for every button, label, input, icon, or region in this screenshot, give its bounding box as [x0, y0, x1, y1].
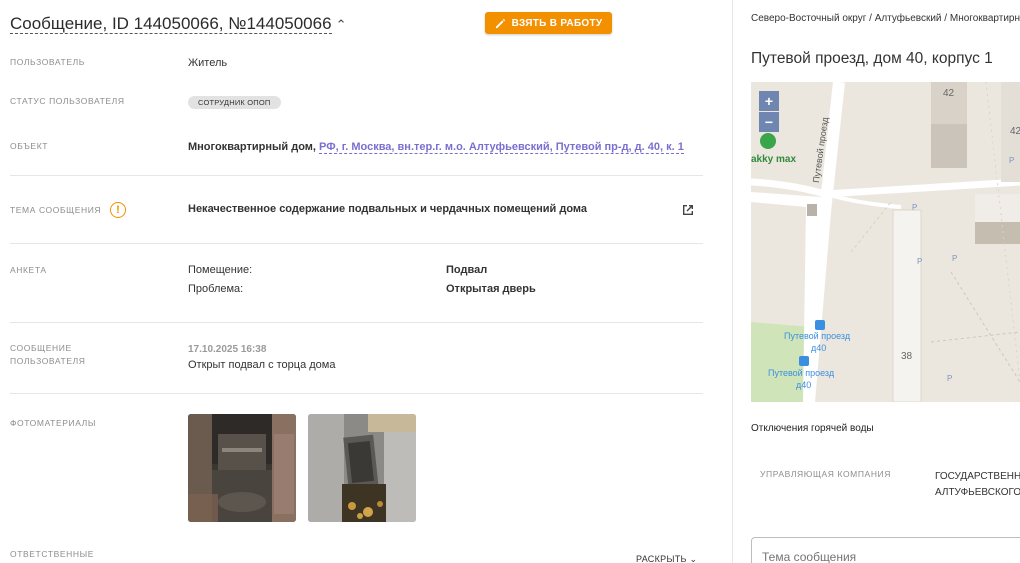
- photo-thumbnail-2[interactable]: [308, 414, 416, 522]
- user-value: Житель: [188, 57, 228, 69]
- divider: [10, 393, 703, 394]
- user-message-text: Открыт подвал с торца дома: [188, 359, 336, 371]
- message-title-text[interactable]: Сообщение, ID 144050066, №144050066: [10, 14, 332, 34]
- survey-question-room: Помещение:: [188, 264, 253, 276]
- message-detail-panel: Сообщение, ID 144050066, №144050066 ⌃ ВЗЯ…: [0, 0, 732, 563]
- user-message-date: 17.10.2025 16:38: [188, 344, 267, 355]
- responsible-label: ОТВЕТСТВЕННЫЕ: [10, 549, 94, 559]
- map-parking-icon: P: [912, 203, 918, 212]
- take-to-work-label: ВЗЯТЬ В РАБОТУ: [511, 17, 603, 29]
- hot-water-title: Отключения горячей воды: [751, 423, 874, 434]
- expand-label: РАСКРЫТЬ: [636, 554, 687, 563]
- survey-label: АНКЕТА: [10, 265, 47, 275]
- divider: [10, 175, 703, 176]
- photos-label: ФОТОМАТЕРИАЛЫ: [10, 418, 96, 428]
- topic-input[interactable]: [751, 537, 1020, 563]
- management-company-line2: АЛТУФЬЕВСКОГО: [935, 487, 1020, 498]
- map-parking-icon: P: [917, 257, 923, 266]
- map-parking-icon: P: [952, 254, 958, 263]
- object-address-link[interactable]: РФ, г. Москва, вн.тер.г. м.о. Алтуфьевск…: [319, 141, 684, 154]
- map-house-38: 38: [901, 351, 913, 362]
- topic-value: Некачественное содержание подвальных и ч…: [188, 203, 588, 215]
- management-company-line1: ГОСУДАРСТВЕННОЕ: [935, 471, 1020, 482]
- map-stop-label-1b: д40: [811, 343, 827, 353]
- user-label: ПОЛЬЗОВАТЕЛЬ: [10, 57, 85, 67]
- zoom-out-button[interactable]: −: [759, 112, 779, 132]
- warning-icon[interactable]: !: [110, 202, 126, 218]
- survey-answer-problem: Открытая дверь: [446, 283, 536, 295]
- object-type: Многоквартирный дом,: [188, 141, 316, 153]
- object-value: Многоквартирный дом, РФ, г. Москва, вн.т…: [188, 141, 684, 154]
- chevron-up-icon[interactable]: ⌃: [336, 17, 347, 33]
- map-store-label: akky max: [751, 154, 797, 165]
- divider: [10, 322, 703, 323]
- chevron-down-icon: ⌄: [689, 554, 698, 563]
- take-to-work-button[interactable]: ВЗЯТЬ В РАБОТУ: [485, 12, 612, 34]
- external-link-icon[interactable]: [680, 202, 696, 218]
- status-badge: СОТРУДНИК ОПОП: [188, 96, 281, 109]
- zoom-in-button[interactable]: +: [759, 91, 779, 111]
- survey-answer-room: Подвал: [446, 264, 488, 276]
- pencil-icon: [495, 18, 505, 28]
- management-company-value: ГОСУДАРСТВЕННОЕ АЛТУФЬЕВСКОГО: [935, 469, 1020, 501]
- map-parking-icon: P: [1009, 156, 1015, 165]
- map-stop-label-1a: Путевой проезд: [784, 331, 851, 341]
- address-title: Путевой проезд, дом 40, корпус 1: [751, 50, 993, 67]
- user-status-label: СТАТУС ПОЛЬЗОВАТЕЛЯ: [10, 96, 125, 106]
- survey-question-problem: Проблема:: [188, 283, 244, 295]
- map-house-42-partial: 42: [1010, 126, 1020, 137]
- breadcrumb[interactable]: Северо-Восточный округ / Алтуфьевский / …: [751, 13, 1020, 24]
- topic-label: ТЕМА СООБЩЕНИЯ: [10, 205, 102, 215]
- expand-button[interactable]: РАСКРЫТЬ ⌄: [636, 554, 697, 563]
- photo-thumbnail-1[interactable]: [188, 414, 296, 522]
- map-stop-label-2a: Путевой проезд: [768, 368, 835, 378]
- user-message-label-line2: ПОЛЬЗОВАТЕЛЯ: [10, 356, 86, 366]
- map-house-42: 42: [943, 88, 955, 99]
- object-label: ОБЪЕКТ: [10, 141, 49, 151]
- management-company-label: УПРАВЛЯЮЩАЯ КОМПАНИЯ: [760, 469, 892, 479]
- divider: [10, 243, 703, 244]
- map-canvas[interactable]: [751, 82, 1020, 402]
- object-side-panel: Северо-Восточный округ / Алтуфьевский / …: [733, 0, 1020, 563]
- message-title[interactable]: Сообщение, ID 144050066, №144050066 ⌃: [10, 14, 346, 34]
- map-stop-label-2b: д40: [796, 380, 812, 390]
- map-parking-icon: P: [947, 374, 953, 383]
- map[interactable]: + − akky max Путевой проезд Путевой прое…: [751, 82, 1020, 402]
